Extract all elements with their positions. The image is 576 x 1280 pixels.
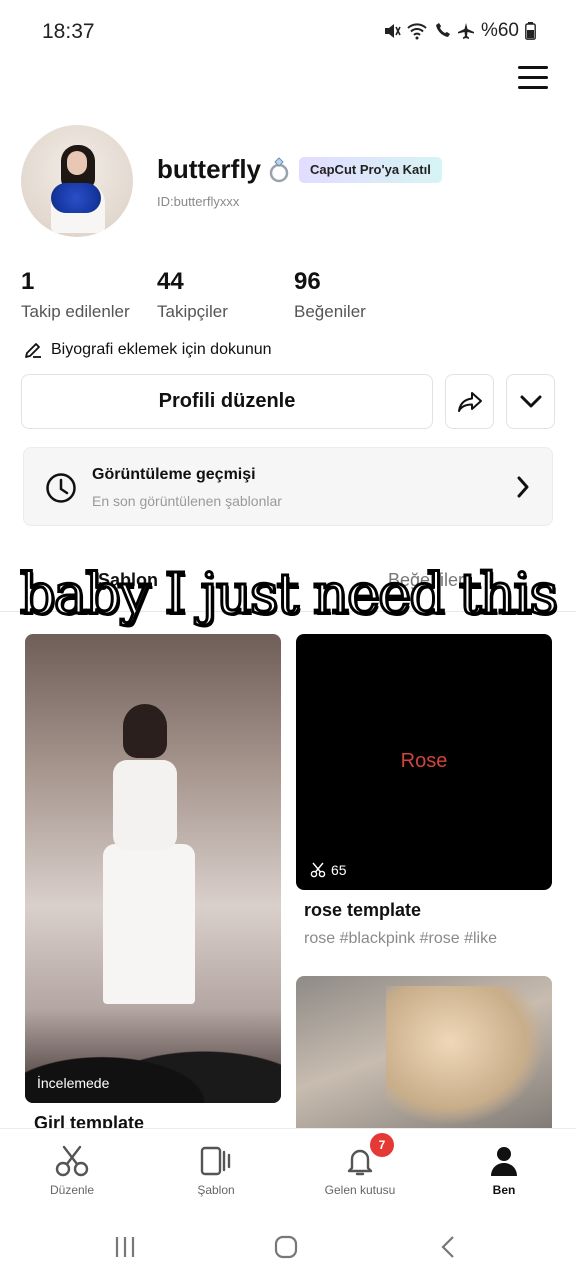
edit-profile-button[interactable]: Profili düzenle: [21, 374, 433, 429]
add-bio-row[interactable]: Biyografi eklemek için dokunun: [23, 340, 272, 360]
template-icon: [200, 1146, 231, 1176]
usage-count: 65: [310, 862, 347, 878]
chevron-right-icon: [517, 476, 529, 498]
scissors-icon: [310, 862, 326, 878]
nav-templates[interactable]: Şablon: [161, 1145, 271, 1197]
user-id: ID:butterflyxxx: [157, 194, 240, 209]
history-title: Görüntüleme geçmişi: [92, 466, 256, 483]
clock-icon: [46, 473, 76, 503]
more-options-button[interactable]: [506, 374, 555, 429]
airplane-icon: [457, 23, 474, 39]
home-icon[interactable]: [274, 1234, 298, 1260]
thumbnail-text: Rose: [400, 750, 448, 772]
stat-label: Takipçiler: [157, 302, 228, 321]
mute-icon: [384, 24, 401, 38]
recent-apps-icon[interactable]: [114, 1234, 136, 1260]
stat-label: Takip edilenler: [21, 302, 130, 321]
wifi-icon: [407, 23, 427, 40]
template-tags: rose #blackpink #rose #like: [304, 930, 497, 947]
username-text: butterfly: [157, 154, 261, 184]
status-bar: 18:37 %60: [0, 0, 576, 62]
usage-count-value: 65: [331, 862, 347, 878]
add-bio-label: Biyografi eklemek için dokunun: [51, 341, 272, 358]
template-card-rose[interactable]: Rose 65: [296, 634, 552, 890]
view-history-card[interactable]: Görüntüleme geçmişi En son görüntülenen …: [23, 447, 553, 526]
status-time: 18:37: [42, 20, 95, 43]
battery-percent: %60: [480, 20, 519, 41]
stat-label: Beğeniler: [294, 302, 366, 321]
hamburger-menu-icon[interactable]: [518, 66, 548, 90]
review-status-badge: İncelemede: [37, 1075, 110, 1091]
stat-likes[interactable]: 96 Beğeniler: [294, 268, 366, 322]
template-card-girl[interactable]: İncelemede: [25, 634, 281, 1103]
notification-badge: 7: [370, 1133, 394, 1157]
username: butterfly: [157, 154, 291, 185]
nav-label: Ben: [492, 1183, 516, 1197]
person-icon: [491, 1147, 517, 1176]
profile-tabs: Şablon Beğeniler: [0, 560, 576, 612]
status-icons: %60: [383, 20, 536, 42]
capcut-pro-badge[interactable]: CapCut Pro'ya Katıl: [299, 157, 442, 183]
history-subtitle: En son görüntülenen şablonlar: [92, 493, 282, 509]
nav-me[interactable]: Ben: [449, 1145, 559, 1197]
scissors-icon: [55, 1145, 89, 1177]
performer-image: [95, 704, 205, 1004]
stat-followers[interactable]: 44 Takipçiler: [157, 268, 228, 322]
avatar[interactable]: [21, 125, 133, 237]
stat-following[interactable]: 1 Takip edilenler: [21, 268, 130, 322]
nav-label: Gelen kutusu: [324, 1183, 396, 1197]
nav-edit[interactable]: Düzenle: [17, 1145, 127, 1197]
template-card-third[interactable]: [296, 976, 552, 1136]
bottom-nav: Düzenle Şablon 7 Gelen kutusu Ben: [0, 1128, 576, 1216]
system-nav-bar: [0, 1216, 576, 1280]
share-button[interactable]: [445, 374, 494, 429]
tab-likes[interactable]: Beğeniler: [388, 570, 464, 591]
chevron-down-icon: [520, 395, 541, 407]
wifi-call-icon: [435, 23, 450, 37]
nav-label: Düzenle: [49, 1183, 95, 1197]
nav-inbox[interactable]: 7 Gelen kutusu: [305, 1133, 415, 1197]
ring-icon: [269, 156, 289, 182]
battery-icon: [525, 22, 536, 40]
template-title[interactable]: rose template: [304, 900, 421, 921]
back-icon[interactable]: [440, 1234, 456, 1260]
share-icon: [457, 391, 482, 412]
nav-label: Şablon: [197, 1183, 235, 1197]
tab-templates[interactable]: Şablon: [98, 570, 158, 591]
stat-value: 44: [157, 268, 184, 295]
pencil-icon: [25, 343, 41, 358]
stat-value: 96: [294, 268, 321, 295]
stat-value: 1: [21, 268, 35, 295]
